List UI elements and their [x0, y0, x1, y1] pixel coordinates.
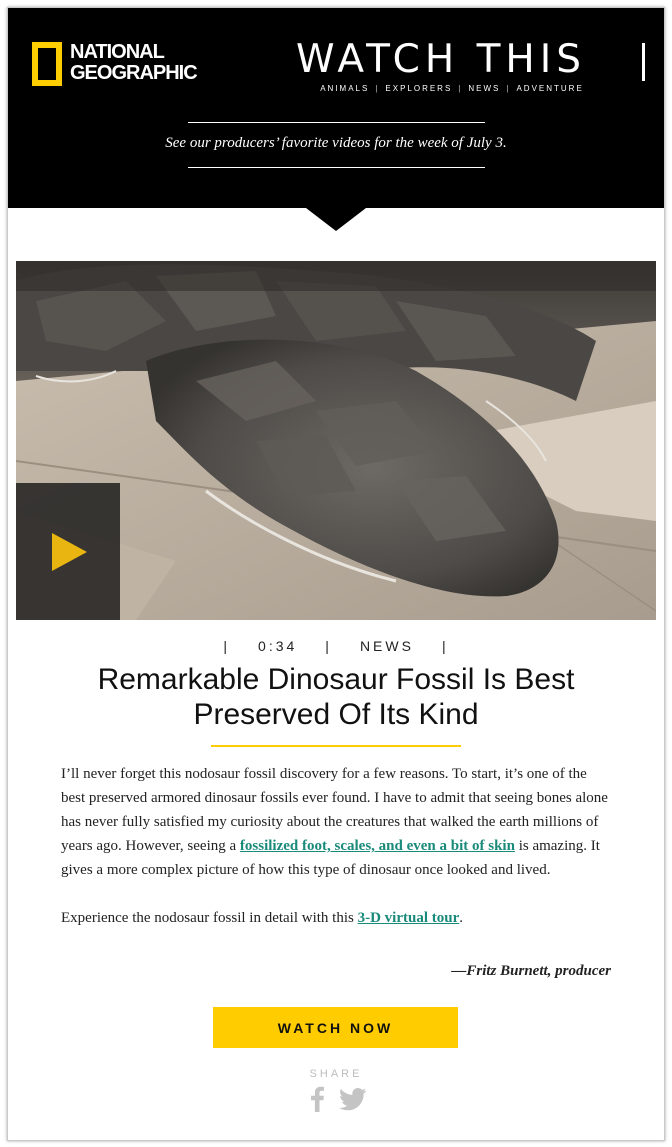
share-label: SHARE — [309, 1068, 363, 1080]
producer-byline: —Fritz Burnett, producer — [451, 963, 611, 979]
paragraph-2-text-end: . — [459, 910, 464, 926]
nav-separator: | — [506, 84, 511, 93]
section-nav: ANIMALS | EXPLORERS | NEWS | ADVENTURE — [312, 84, 592, 93]
email-card: NATIONAL GEOGRAPHIC WATCH THIS ANIMALS | E… — [7, 7, 665, 1141]
nav-link-news[interactable]: NEWS — [468, 84, 500, 93]
logo-line-2: GEOGRAPHIC — [70, 62, 198, 84]
meta-separator: | — [441, 638, 449, 654]
article-body: I’ll never forget this nodosaur fossil d… — [61, 762, 613, 954]
tagline-rule-top — [188, 122, 485, 123]
fossil-details-link[interactable]: fossilized foot, scales, and even a bit … — [240, 838, 515, 854]
header: NATIONAL GEOGRAPHIC WATCH THIS ANIMALS | E… — [8, 8, 664, 208]
header-pointer — [306, 208, 366, 231]
newsletter-title: WATCH THIS — [296, 37, 586, 82]
tagline-rule-bottom — [188, 167, 485, 168]
watch-now-button[interactable]: WATCH NOW — [213, 1007, 458, 1048]
facebook-icon[interactable] — [308, 1086, 326, 1112]
play-icon — [52, 533, 87, 571]
meta-separator: | — [325, 638, 332, 654]
title-divider — [642, 43, 645, 81]
logo-text: NATIONAL GEOGRAPHIC — [70, 41, 198, 84]
video-duration: 0:34 — [258, 638, 298, 654]
play-button[interactable] — [16, 483, 120, 620]
nav-link-adventure[interactable]: ADVENTURE — [516, 84, 583, 93]
video-category: NEWS — [359, 638, 414, 654]
nav-separator: | — [375, 84, 380, 93]
paragraph-2: Experience the nodosaur fossil in detail… — [61, 906, 613, 930]
paragraph-2-text: Experience the nodosaur fossil in detail… — [61, 910, 358, 926]
article-headline[interactable]: Remarkable Dinosaur Fossil Is Best Prese… — [48, 662, 624, 732]
nav-link-animals[interactable]: ANIMALS — [320, 84, 369, 93]
nav-separator: | — [458, 84, 463, 93]
yellow-border-icon — [32, 42, 62, 86]
headline-underline — [211, 745, 461, 747]
nav-link-explorers[interactable]: EXPLORERS — [385, 84, 452, 93]
video-meta: | 0:34 | NEWS | — [8, 638, 664, 654]
video-thumbnail[interactable] — [16, 261, 656, 620]
logo-line-1: NATIONAL — [70, 41, 165, 63]
meta-separator: | — [223, 638, 231, 654]
paragraph-1: I’ll never forget this nodosaur fossil d… — [61, 762, 613, 882]
tagline: See our producers’ favorite videos for t… — [165, 135, 507, 151]
virtual-tour-link[interactable]: 3-D virtual tour — [358, 910, 460, 926]
twitter-icon[interactable] — [339, 1088, 367, 1111]
